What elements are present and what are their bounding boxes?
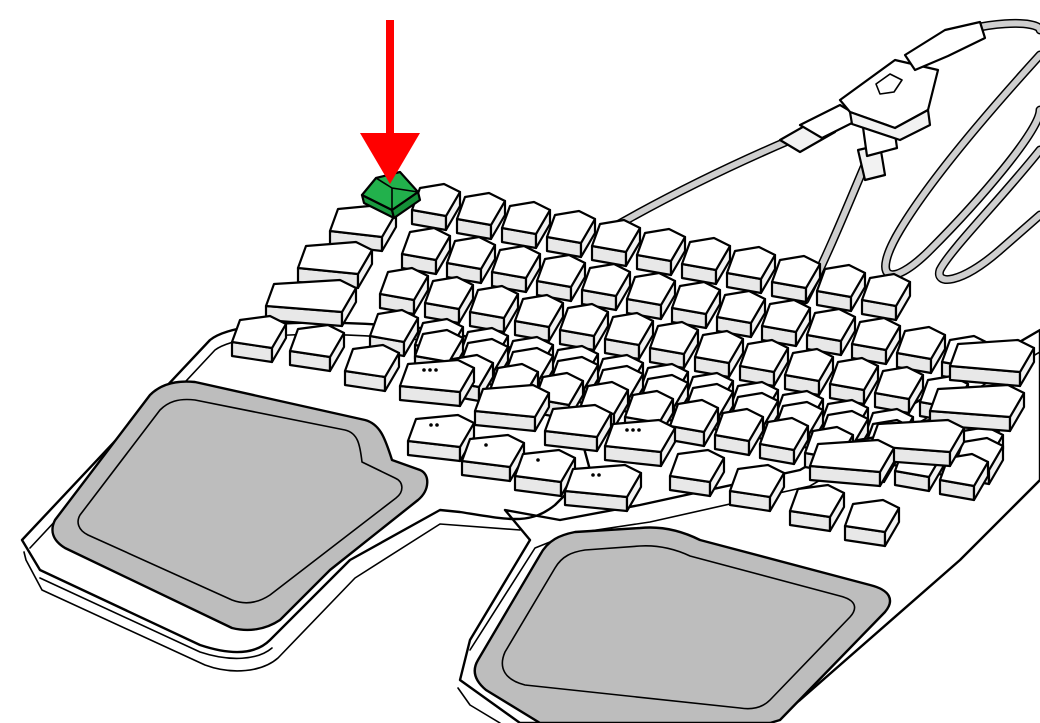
keycap-os-left[interactable] — [288, 323, 346, 373]
keycap[interactable] — [738, 338, 790, 388]
keycap[interactable] — [805, 307, 857, 357]
keycap[interactable] — [378, 266, 430, 316]
keycap[interactable] — [490, 244, 542, 294]
key-dot-mark — [536, 458, 540, 462]
keycap[interactable] — [680, 236, 732, 286]
thumb-key-3[interactable] — [543, 403, 613, 453]
keycap[interactable] — [603, 311, 655, 361]
keycap[interactable] — [635, 227, 687, 277]
thumb-key-2[interactable] — [473, 383, 551, 433]
keycap-right-os[interactable] — [728, 463, 786, 513]
key-dot-mark — [597, 473, 601, 477]
keycap[interactable] — [860, 272, 912, 322]
thumb-key-4[interactable] — [603, 418, 677, 468]
key-dot-mark — [429, 423, 433, 427]
keycap[interactable] — [758, 416, 810, 466]
keycap[interactable] — [558, 302, 610, 352]
keycap[interactable] — [590, 218, 642, 268]
key-dot-mark — [435, 423, 439, 427]
keycap[interactable] — [725, 245, 777, 295]
red-arrow-indicator — [360, 20, 420, 184]
keycap[interactable] — [670, 280, 722, 330]
keycap[interactable] — [625, 271, 677, 321]
key-dot-mark — [484, 443, 488, 447]
thumb-key-1[interactable] — [398, 358, 476, 408]
keycap[interactable] — [410, 182, 462, 232]
cable-splitter — [838, 58, 940, 142]
keycap[interactable] — [693, 329, 745, 379]
keycap[interactable] — [715, 289, 767, 339]
keycap[interactable] — [713, 407, 765, 457]
key-dot-mark — [625, 428, 629, 432]
key-dot-mark — [631, 428, 635, 432]
key-dot-mark — [591, 473, 595, 477]
keycap[interactable] — [873, 365, 925, 415]
keycap[interactable] — [468, 284, 520, 334]
keycap-shift-left[interactable] — [264, 278, 358, 328]
keycap[interactable] — [648, 320, 700, 370]
arrow-head — [360, 133, 420, 184]
keycap[interactable] — [545, 209, 597, 259]
keycap-enter[interactable] — [948, 338, 1036, 388]
thumb-key-8[interactable] — [563, 463, 643, 513]
keycap-right-alt[interactable] — [843, 498, 901, 548]
keycap[interactable] — [445, 235, 497, 285]
main-cable-sleeve — [903, 20, 987, 72]
keyboard-illustration — [20, 19, 1040, 723]
keycap-right-ctrl[interactable] — [788, 483, 846, 533]
keycap-ctrl-left[interactable] — [230, 314, 288, 364]
keycap[interactable] — [895, 325, 947, 375]
keycap[interactable] — [815, 263, 867, 313]
keycap[interactable] — [400, 226, 452, 276]
keycap[interactable] — [850, 316, 902, 366]
keycap[interactable] — [668, 398, 720, 448]
keycap[interactable] — [455, 191, 507, 241]
left-palm-rest — [51, 380, 429, 632]
keycap[interactable] — [828, 356, 880, 406]
key-dot-mark — [428, 368, 432, 372]
keycap[interactable] — [580, 262, 632, 312]
keycap[interactable] — [500, 200, 552, 250]
keycap-right-mod[interactable] — [808, 438, 896, 488]
keycap[interactable] — [760, 298, 812, 348]
key-dot-mark — [422, 368, 426, 372]
keycap[interactable] — [783, 347, 835, 397]
key-dot-mark — [434, 368, 438, 372]
arrow-shaft — [386, 20, 394, 138]
keycap-alt-left[interactable] — [343, 343, 401, 393]
keycap[interactable] — [513, 293, 565, 343]
keycap[interactable] — [535, 253, 587, 303]
key-dot-mark — [637, 428, 641, 432]
keycap[interactable] — [423, 275, 475, 325]
keycap[interactable] — [770, 254, 822, 304]
right-palm-rest — [473, 526, 892, 723]
